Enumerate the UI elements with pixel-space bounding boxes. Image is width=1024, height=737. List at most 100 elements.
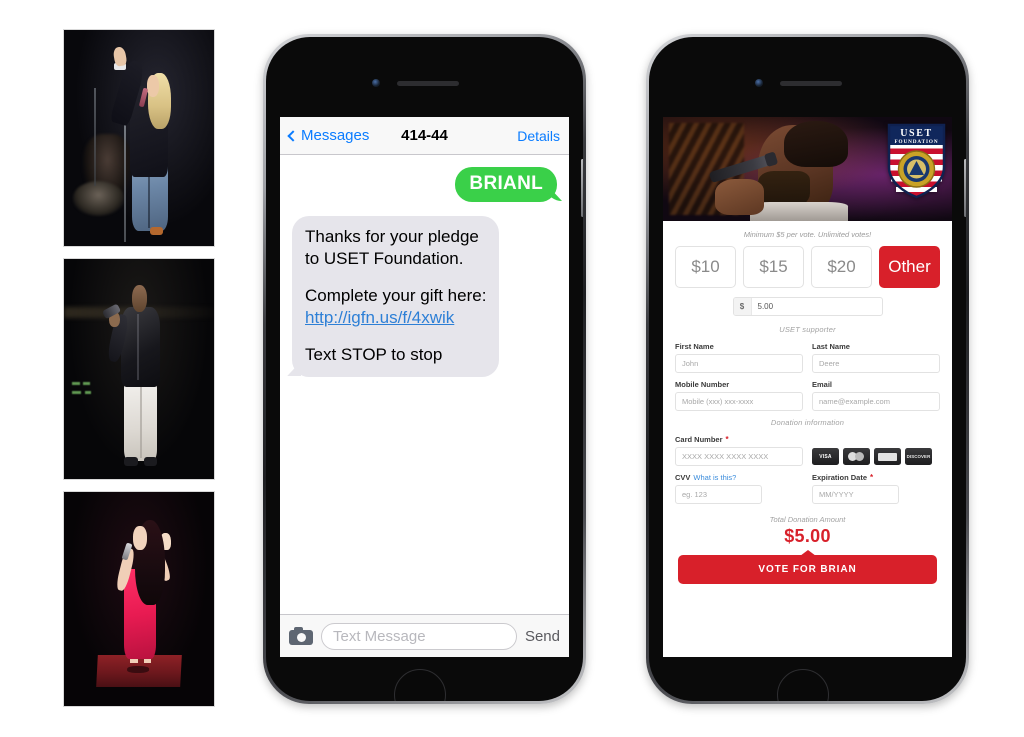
- amex-icon: [874, 448, 901, 465]
- card-number-row: Card Number * XXXX XXXX XXXX XXXX VISA D…: [675, 435, 940, 466]
- donation-form: Minimum $5 per vote. Unlimited votes! $1…: [663, 221, 952, 657]
- incoming-message-row: Thanks for your pledge to USET Foundatio…: [292, 216, 557, 378]
- front-camera-icon: [372, 79, 380, 87]
- message-line-2: to USET Foundation.: [305, 249, 464, 269]
- earpiece-speaker-icon: [780, 81, 842, 86]
- first-name-label: First Name: [675, 342, 714, 351]
- amount-button-15[interactable]: $15: [743, 246, 804, 288]
- total-donation-amount: $5.00: [784, 526, 831, 546]
- details-button[interactable]: Details: [517, 128, 560, 144]
- last-name-input[interactable]: Deere: [812, 354, 940, 373]
- home-button[interactable]: [394, 669, 446, 701]
- amount-buttons: $10 $15 $20 Other: [675, 246, 940, 288]
- amount-button-other[interactable]: Other: [879, 246, 940, 288]
- email-placeholder: name@example.com: [819, 397, 890, 406]
- donation-link[interactable]: http://igfn.us/f/4xwik: [305, 307, 486, 329]
- first-name-placeholder: John: [682, 359, 699, 368]
- card-number-placeholder: XXXX XXXX XXXX XXXX: [682, 452, 769, 461]
- expiration-date-placeholder: MM/YYYY: [819, 490, 854, 499]
- donation-section-heading: Donation information: [770, 418, 845, 427]
- expiration-date-field: Expiration Date * MM/YYYY: [812, 473, 940, 504]
- mobile-number-field: Mobile Number Mobile (xxx) xxx-xxxx: [675, 380, 803, 411]
- total-donation-block: Total Donation Amount $5.00: [675, 515, 940, 547]
- photo-male-singer: [63, 258, 215, 480]
- front-camera-icon: [755, 79, 763, 87]
- incoming-bubble[interactable]: Thanks for your pledge to USET Foundatio…: [292, 216, 500, 378]
- cvv-expiry-row: CVV What is this? eg. 123 Expiration Dat…: [675, 473, 940, 504]
- message-line-1: Thanks for your pledge: [305, 227, 479, 246]
- earpiece-speaker-icon: [397, 81, 459, 86]
- mastercard-icon: [843, 448, 870, 465]
- messages-screen: Messages 414-44 Details BRIANL Thanks fo…: [280, 117, 569, 657]
- photo-blonde-singer: [63, 29, 215, 247]
- message-input-placeholder: Text Message: [333, 627, 426, 645]
- expiration-date-label: Expiration Date *: [812, 473, 940, 482]
- cvv-label-text: CVV: [675, 473, 691, 482]
- donation-screen: USET FOUNDATION Minimum $5 per vote. Unl…: [663, 117, 952, 657]
- custom-amount-value: 5.00: [757, 302, 774, 311]
- mobile-number-input[interactable]: Mobile (xxx) xxx-xxxx: [675, 392, 803, 411]
- expiration-date-label-text: Expiration Date: [812, 473, 868, 482]
- amount-button-10[interactable]: $10: [675, 246, 736, 288]
- cvv-label: CVV What is this?: [675, 473, 803, 482]
- minimum-hint: Minimum $5 per vote. Unlimited votes!: [743, 230, 872, 239]
- iphone-messages: Messages 414-44 Details BRIANL Thanks fo…: [263, 34, 586, 704]
- message-input-bar: Text Message Send: [280, 614, 569, 657]
- cvv-help-link[interactable]: What is this?: [693, 473, 736, 482]
- outgoing-bubble[interactable]: BRIANL: [455, 167, 557, 202]
- discover-icon: DISCOVER: [905, 448, 932, 465]
- hero-image: USET FOUNDATION: [663, 117, 952, 221]
- mobile-number-placeholder: Mobile (xxx) xxx-xxxx: [682, 397, 754, 406]
- power-button[interactable]: [581, 159, 583, 217]
- card-number-label-text: Card Number: [675, 435, 723, 444]
- message-spacer-2: [305, 330, 486, 344]
- email-label: Email: [812, 380, 833, 389]
- custom-amount-input[interactable]: $ 5.00: [732, 297, 883, 316]
- first-name-input[interactable]: John: [675, 354, 803, 373]
- required-asterisk-icon: *: [725, 434, 729, 444]
- last-name-label: Last Name: [812, 342, 850, 351]
- name-fields-row: First Name John Last Name Deere: [675, 342, 940, 373]
- email-input[interactable]: name@example.com: [812, 392, 940, 411]
- cvv-placeholder: eg. 123: [682, 490, 708, 499]
- card-number-field: Card Number * XXXX XXXX XXXX XXXX: [675, 435, 803, 466]
- amount-button-20[interactable]: $20: [811, 246, 872, 288]
- vote-for-brian-button[interactable]: VOTE FOR BRIAN: [678, 555, 937, 584]
- send-button[interactable]: Send: [525, 628, 560, 645]
- card-brand-icons: VISA DISCOVER: [812, 447, 932, 466]
- visa-icon: VISA: [812, 448, 839, 465]
- back-label: Messages: [301, 127, 370, 144]
- iphone-donation-form: USET FOUNDATION Minimum $5 per vote. Unl…: [646, 34, 969, 704]
- required-asterisk-icon-2: *: [870, 472, 874, 482]
- contact-fields-row: Mobile Number Mobile (xxx) xxx-xxxx Emai…: [675, 380, 940, 411]
- power-button[interactable]: [964, 159, 966, 217]
- vote-button-wrapper: VOTE FOR BRIAN: [678, 550, 937, 584]
- currency-prefix: $: [733, 298, 752, 315]
- message-line-3: Complete your gift here:: [305, 285, 487, 305]
- logo-bottom-text: FOUNDATION: [894, 139, 938, 145]
- message-thread: BRIANL Thanks for your pledge to USET Fo…: [280, 155, 569, 614]
- message-input[interactable]: Text Message: [321, 622, 517, 650]
- camera-icon[interactable]: [289, 627, 313, 645]
- logo-top-text: USET: [900, 128, 933, 139]
- cvv-field: CVV What is this? eg. 123: [675, 473, 803, 504]
- expiration-date-input[interactable]: MM/YYYY: [812, 485, 900, 504]
- cvv-input[interactable]: eg. 123: [675, 485, 763, 504]
- card-number-input[interactable]: XXXX XXXX XXXX XXXX: [675, 447, 803, 466]
- back-to-messages-button[interactable]: Messages: [287, 127, 370, 144]
- outgoing-message-row: BRIANL: [292, 167, 557, 202]
- message-line-4: Text STOP to stop: [305, 344, 443, 364]
- chevron-left-icon: [287, 129, 299, 142]
- total-donation-label: Total Donation Amount: [769, 515, 846, 524]
- last-name-placeholder: Deere: [819, 359, 840, 368]
- uset-foundation-logo: USET FOUNDATION: [887, 123, 946, 199]
- card-number-label: Card Number *: [675, 435, 803, 444]
- mobile-number-label: Mobile Number: [675, 380, 730, 389]
- home-button[interactable]: [777, 669, 829, 701]
- email-field: Email name@example.com: [812, 380, 940, 411]
- vote-button-notch-icon: [799, 550, 816, 556]
- last-name-field: Last Name Deere: [812, 342, 940, 373]
- messages-navbar: Messages 414-44 Details: [280, 117, 569, 155]
- first-name-field: First Name John: [675, 342, 803, 373]
